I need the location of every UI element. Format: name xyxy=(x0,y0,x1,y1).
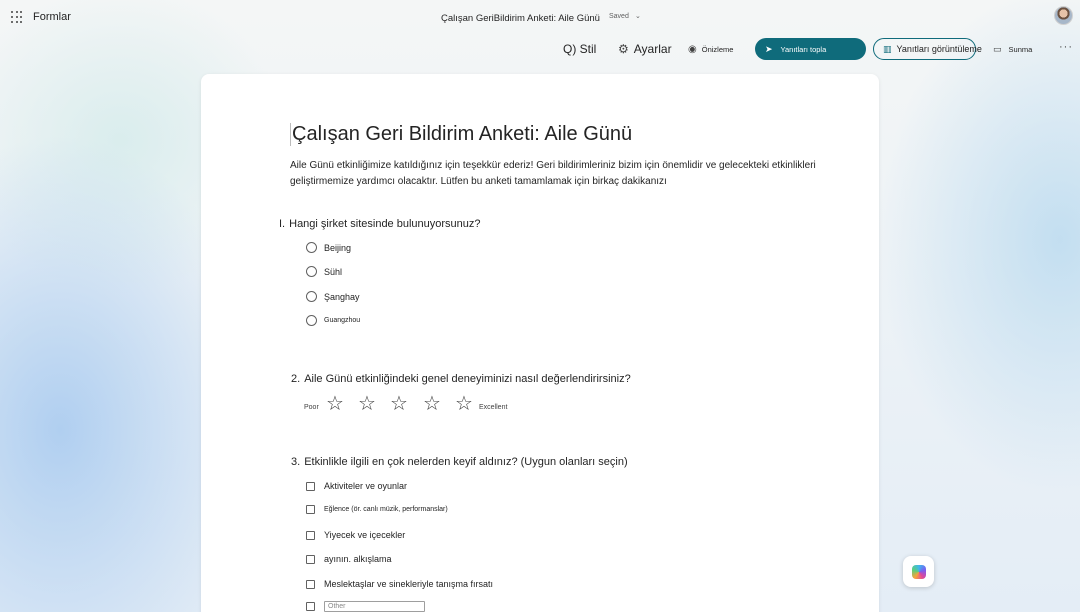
chart-icon: ▥ xyxy=(883,43,892,54)
gear-icon: ⚙ xyxy=(618,42,629,56)
app-launcher-icon[interactable] xyxy=(11,11,23,23)
checkbox-option-entertainment[interactable]: Eğlence (ör. canlı müzik, performanslar) xyxy=(306,505,448,514)
star-icon[interactable]: ☆ xyxy=(390,394,408,414)
checkbox[interactable] xyxy=(306,505,315,514)
question-text: Hangi şirket sitesinde bulunuyorsunuz? xyxy=(289,218,481,230)
radio-option-shanghai[interactable]: Şanghay xyxy=(306,291,360,302)
send-icon: ➤ xyxy=(765,43,773,54)
radio-option-guangzhou[interactable]: Guangzhou xyxy=(306,315,360,326)
option-label: Eğlence (ör. canlı müzik, performanslar) xyxy=(324,506,448,513)
option-label: Sühl xyxy=(324,266,343,277)
radio-button[interactable] xyxy=(306,315,317,326)
question-3-title[interactable]: 3. Etkinlikle ilgili en çok nelerden keyi… xyxy=(291,456,628,468)
chevron-down-icon[interactable]: ⌄ xyxy=(635,12,641,20)
question-number: 3. xyxy=(291,456,301,468)
preview-button[interactable]: ◉ Önizleme xyxy=(688,44,733,55)
view-responses-button[interactable]: ▥ Yanıtları görüntüleme xyxy=(873,38,982,60)
present-button[interactable]: ▭ Sunma xyxy=(993,44,1032,55)
checkbox-option-networking[interactable]: Meslektaşlar ve sinekleriyle tanışma fır… xyxy=(306,579,493,589)
saved-status[interactable]: Saved xyxy=(609,13,629,20)
checkbox[interactable] xyxy=(306,530,315,540)
rating-high-label: Excellent xyxy=(479,404,508,411)
form-card: Çalışan Geri Bildirim Anketi: Aile Günü … xyxy=(201,74,879,612)
option-label: Şanghay xyxy=(324,291,360,302)
star-icon[interactable]: ☆ xyxy=(358,394,376,414)
option-label: Guangzhou xyxy=(324,317,361,324)
monitor-icon: ▭ xyxy=(993,44,1002,54)
option-label: Meslektaşlar ve sinekleriyle tanışma fır… xyxy=(324,579,494,589)
question-1-title[interactable]: I. Hangi şirket sitesinde bulunuyorsunuz? xyxy=(279,218,481,230)
star-icon[interactable]: ☆ xyxy=(326,394,344,414)
star-icon[interactable]: ☆ xyxy=(423,394,441,414)
copilot-button[interactable] xyxy=(903,556,934,587)
copilot-icon xyxy=(911,564,926,579)
option-label: ayının. alkışlama xyxy=(324,554,392,564)
radio-option-beijing[interactable]: Beijing xyxy=(306,242,351,253)
option-label: Yiyecek ve içecekler xyxy=(324,530,406,540)
star-icon[interactable]: ☆ xyxy=(455,394,473,414)
more-options-icon[interactable]: ··· xyxy=(1059,41,1073,53)
view-responses-label: Yanıtları görüntüleme xyxy=(896,44,982,54)
option-label: Aktiviteler ve oyunlar xyxy=(324,481,408,491)
eye-icon: ◉ xyxy=(688,44,697,55)
collect-responses-label: Yanıtları topla xyxy=(780,44,827,54)
question-number: 2. xyxy=(291,373,301,385)
form-description[interactable]: Aile Günü etkinliğimize katıldığınız içi… xyxy=(290,158,855,190)
style-button[interactable]: Q) Stil xyxy=(563,42,596,56)
top-bar: Formlar Çalışan GeriBildirim Anketi: Ail… xyxy=(0,0,1080,36)
checkbox[interactable] xyxy=(306,554,315,564)
settings-button[interactable]: ⚙ Ayarlar xyxy=(618,42,672,56)
question-text: Etkinlikle ilgili en çok nelerden keyif … xyxy=(304,456,628,468)
form-title[interactable]: Çalışan Geri Bildirim Anketi: Aile Günü xyxy=(290,123,632,146)
question-number: I. xyxy=(279,218,286,230)
radio-button[interactable] xyxy=(306,291,317,302)
radio-option-suhl[interactable]: Sühl xyxy=(306,266,342,277)
radio-button[interactable] xyxy=(306,242,317,253)
rating-low-label: Poor xyxy=(304,404,319,411)
other-input[interactable]: Other xyxy=(324,601,425,612)
checkbox-option-recognition[interactable]: ayının. alkışlama xyxy=(306,554,392,564)
document-title[interactable]: Çalışan GeriBildirim Anketi: Aile Günü xyxy=(441,13,600,24)
checkbox-option-activities[interactable]: Aktiviteler ve oyunlar xyxy=(306,481,407,491)
checkbox-option-food[interactable]: Yiyecek ve içecekler xyxy=(306,530,405,540)
question-2-title[interactable]: 2. Aile Günü etkinliğindeki genel deneyim… xyxy=(291,373,631,385)
checkbox[interactable] xyxy=(306,481,315,491)
app-name[interactable]: Formlar xyxy=(33,11,71,23)
checkbox-option-other[interactable]: Other xyxy=(306,601,425,612)
avatar[interactable] xyxy=(1054,6,1073,25)
radio-button[interactable] xyxy=(306,266,317,277)
question-text: Aile Günü etkinliğindeki genel deneyimin… xyxy=(304,373,631,385)
checkbox[interactable] xyxy=(306,602,315,611)
settings-label: Ayarlar xyxy=(633,42,672,56)
checkbox[interactable] xyxy=(306,579,315,589)
option-label: Beijing xyxy=(324,242,352,253)
preview-label: Önizleme xyxy=(701,45,734,54)
present-label: Sunma xyxy=(1008,45,1033,54)
style-label: Q) Stil xyxy=(563,42,597,56)
collect-responses-button[interactable]: ➤ Yanıtları topla xyxy=(755,38,866,60)
